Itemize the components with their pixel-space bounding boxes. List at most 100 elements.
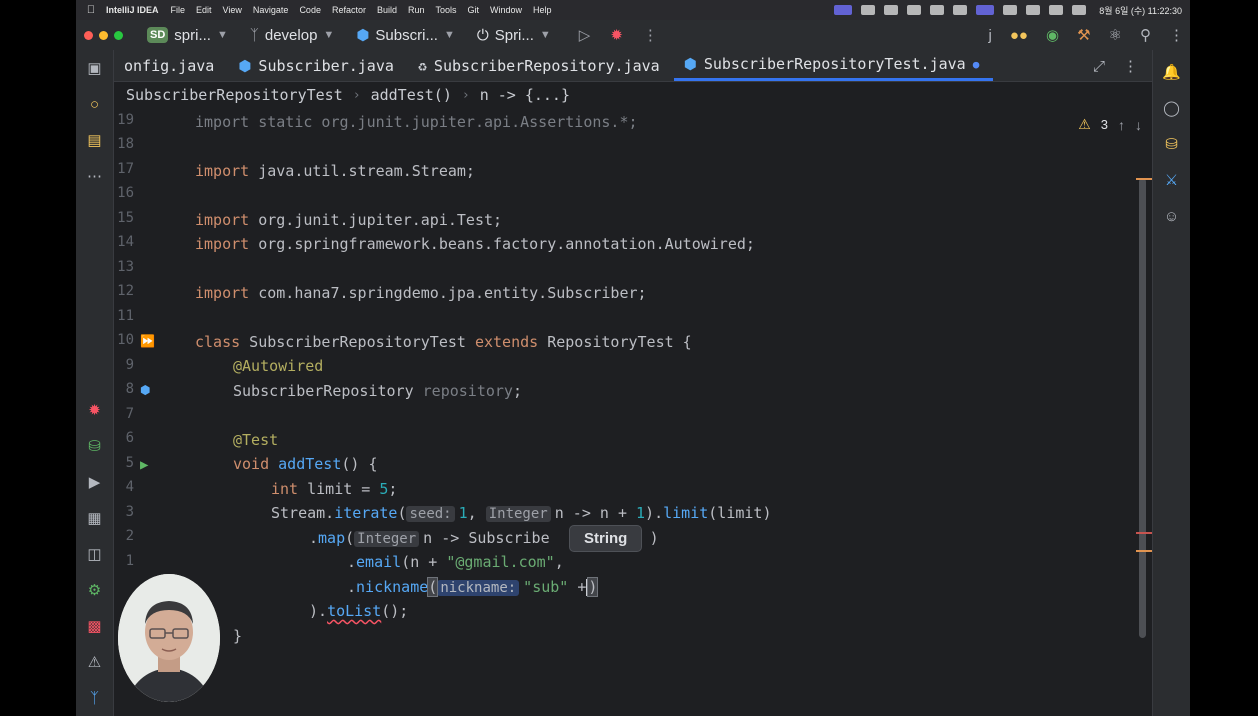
code-line: import java.util.stream.Stream;: [195, 162, 475, 180]
problems-icon[interactable]: ⚠: [76, 644, 114, 680]
menu-tools[interactable]: Tools: [436, 5, 457, 15]
close-window-button[interactable]: [84, 30, 93, 40]
atom-icon[interactable]: ⚛: [1109, 26, 1122, 44]
menubar-clock[interactable]: 8월 6일 (수) 11:22:30: [1099, 4, 1182, 17]
menu-refactor[interactable]: Refactor: [332, 5, 366, 15]
breadcrumb-item-lambda[interactable]: n -> {...}: [480, 86, 570, 104]
module-selector[interactable]: ⬢ Subscri... ▼: [356, 26, 455, 45]
glasses-icon[interactable]: [930, 5, 945, 15]
menu-view[interactable]: View: [223, 5, 242, 15]
weather-icon[interactable]: [884, 5, 899, 15]
code-line: import static org.junit.jupiter.api.Asse…: [195, 113, 638, 131]
code-editor[interactable]: 19 18 17 16 15 14 13 12 11 10 9 8 7 6 5 …: [114, 108, 1152, 716]
window-icon[interactable]: [976, 5, 995, 15]
run-tool-icon[interactable]: ▶: [76, 464, 114, 500]
test-class-icon: ⬢: [683, 55, 697, 73]
scroll-marker-warning[interactable]: [1136, 550, 1152, 552]
editor-scrollbar[interactable]: [1139, 178, 1146, 638]
menu-edit[interactable]: Edit: [196, 5, 212, 15]
tab-subscriber-java[interactable]: ⬢ Subscriber.java: [228, 50, 408, 81]
database-icon[interactable]: ⛁: [76, 428, 114, 464]
gradle-icon[interactable]: ⚔: [1153, 162, 1191, 198]
power-icon: ⏻: [476, 26, 489, 44]
code-line: ).toList();: [309, 602, 409, 620]
tab-options-icon[interactable]: ⋮: [1123, 57, 1138, 75]
pen-icon[interactable]: [953, 5, 968, 15]
menu-window[interactable]: Window: [490, 5, 522, 15]
plugin-status-icon[interactable]: ◉: [1046, 26, 1059, 44]
menu-file[interactable]: File: [171, 5, 186, 15]
notifications-icon[interactable]: 🔔: [1153, 54, 1191, 90]
left-tool-strip: ▣ ○ ▤ ⋯ ✹ ⛁ ▶ ▦ ◫ ⚙ ▩ ⚠ ᛉ: [76, 50, 114, 716]
class-icon: ⬢: [238, 56, 252, 75]
control-center-icon[interactable]: [1072, 5, 1087, 15]
maximize-editor-icon[interactable]: ⤢: [1093, 57, 1105, 75]
search-icon[interactable]: ⚲: [1140, 26, 1151, 44]
terminal-icon[interactable]: ▩: [76, 608, 114, 644]
tab-subscriber-repository-java[interactable]: ♻ SubscriberRepository.java: [408, 50, 674, 81]
scroll-marker-error[interactable]: [1136, 532, 1152, 534]
breadcrumb-item-class[interactable]: SubscriberRepositoryTest: [126, 86, 343, 104]
ai-assistant-icon[interactable]: ϳ: [989, 27, 992, 44]
line-number: 15: [117, 210, 134, 226]
code-area[interactable]: import static org.junit.jupiter.api.Asse…: [195, 108, 1112, 716]
debug-tool-icon[interactable]: ✹: [76, 392, 114, 428]
run-icon[interactable]: ▷: [579, 26, 591, 44]
menu-build[interactable]: Build: [377, 5, 397, 15]
services-icon[interactable]: ⚙: [76, 572, 114, 608]
menu-code[interactable]: Code: [299, 5, 321, 15]
ai-chat-icon[interactable]: ◯: [1153, 90, 1191, 126]
next-highlight-icon[interactable]: ↓: [1135, 117, 1142, 133]
project-selector[interactable]: SD spri... ▼: [147, 27, 228, 44]
scroll-marker-warning[interactable]: [1136, 178, 1152, 180]
right-tool-strip: 🔔 ◯ ⛁ ⚔ ☺: [1152, 50, 1190, 716]
run-class-gutter-icon[interactable]: ⏩: [140, 334, 155, 348]
code-line: SubscriberRepository repository;: [233, 382, 522, 400]
build-tools-icon[interactable]: ⚒: [1077, 26, 1090, 44]
chat-icon[interactable]: [907, 5, 922, 15]
line-number: 17: [117, 161, 134, 177]
warning-count: 3: [1100, 117, 1108, 132]
commit-icon[interactable]: ○: [76, 86, 114, 122]
app-menu[interactable]: IntelliJ IDEA: [106, 5, 159, 15]
database-tool-icon[interactable]: ⛁: [1153, 126, 1191, 162]
chevron-down-icon: ▼: [216, 29, 228, 41]
menu-run[interactable]: Run: [408, 5, 425, 15]
settings-menu-icon[interactable]: ⋮: [1169, 26, 1184, 44]
copilot-icon[interactable]: ☺: [1153, 198, 1191, 234]
menu-help[interactable]: Help: [533, 5, 552, 15]
code-line: .email(n + "@gmail.com",: [347, 553, 564, 571]
previous-highlight-icon[interactable]: ↑: [1118, 117, 1125, 133]
screen-share-icon[interactable]: [834, 5, 853, 15]
chevron-right-icon: ›: [461, 87, 470, 103]
branch-selector[interactable]: ᛉ develop ▼: [250, 27, 334, 44]
spotlight-search-icon[interactable]: [1049, 5, 1064, 15]
wifi-icon[interactable]: [1026, 5, 1041, 15]
minimize-window-button[interactable]: [99, 30, 108, 40]
menu-git[interactable]: Git: [468, 5, 480, 15]
battery-icon[interactable]: [1003, 5, 1018, 15]
tab-subscriber-repository-test-java[interactable]: ⬢ SubscriberRepositoryTest.java ●: [673, 50, 994, 81]
project-view-icon[interactable]: ▣: [76, 50, 114, 86]
code-line: void addTest() {: [233, 455, 378, 473]
code-with-me-icon[interactable]: ●●: [1010, 27, 1028, 44]
tab-config-java[interactable]: onfig.java: [114, 50, 228, 81]
more-actions-icon[interactable]: ⋮: [643, 26, 658, 44]
menu-navigate[interactable]: Navigate: [253, 5, 289, 15]
debug-icon[interactable]: ✹: [610, 26, 623, 44]
apple-menu-icon[interactable]: : [76, 4, 106, 16]
bookmarks-icon[interactable]: ◫: [76, 536, 114, 572]
structure-icon[interactable]: ▤: [76, 122, 114, 158]
run-config-selector[interactable]: ⏻ Spri... ▼: [477, 27, 551, 44]
zoom-window-button[interactable]: [114, 30, 123, 40]
breadcrumb-item-method[interactable]: addTest(): [371, 86, 452, 104]
status-icon[interactable]: [861, 5, 876, 15]
git-icon[interactable]: ᛉ: [76, 680, 114, 716]
more-tools-icon[interactable]: ⋯: [76, 158, 114, 194]
bean-gutter-icon[interactable]: ⬢: [140, 383, 150, 397]
line-number: 8: [125, 381, 134, 397]
inspection-widget[interactable]: ⚠ 3 ↑ ↓: [1078, 116, 1142, 133]
line-number: 3: [125, 504, 134, 520]
terminal-panel-icon[interactable]: ▦: [76, 500, 114, 536]
run-test-gutter-icon[interactable]: ▶: [140, 457, 148, 473]
